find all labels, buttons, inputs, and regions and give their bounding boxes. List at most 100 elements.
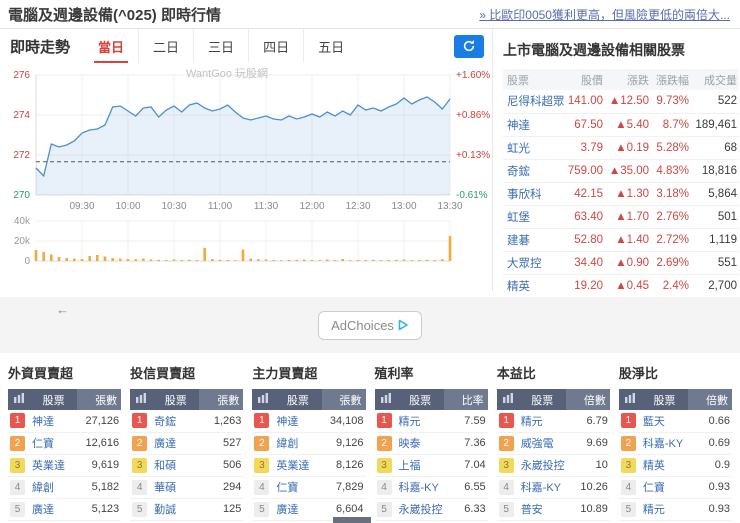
- stock-link[interactable]: 永崴投控: [396, 498, 444, 521]
- stock-link[interactable]: 威強電: [518, 432, 566, 455]
- stock-link[interactable]: 緯創: [30, 476, 78, 499]
- rank-badge: 4: [376, 479, 392, 495]
- rank-col-value[interactable]: 倍數: [565, 389, 610, 410]
- rank-table: 股淨比 股票 倍數 1 藍天 0.66 2 科嘉-KY 0.69 3 精英 0.9 4 仁寶 0.93 5 精元…: [618, 361, 733, 521]
- rank-row: 3 英業達 9,619: [8, 454, 122, 477]
- related-col-header: 漲跌幅: [651, 69, 691, 90]
- stock-link[interactable]: 英業達: [274, 454, 322, 477]
- rank-row: 2 映泰 7.36: [374, 432, 488, 455]
- rank-col-value[interactable]: 張數: [77, 389, 122, 410]
- rank-row: 5 永崴投控 6.33: [374, 498, 488, 521]
- related-stocks-table: 股票 股價 漲跌 漲跌幅 成交量 尼得科超眾 141.00 ▲12.50 9.73% 522 神達 6…: [503, 69, 739, 298]
- rank-value: 10.26: [565, 476, 610, 499]
- chart-panel: 即時走勢 當日 二日 三日 四日 五日 WantGoo 玩股網 276 +1.60…: [0, 29, 493, 291]
- stock-link[interactable]: 緯創: [274, 432, 322, 455]
- svg-text:12:00: 12:00: [299, 201, 324, 212]
- rank-col-value[interactable]: 倍數: [688, 389, 733, 410]
- rank-col-value[interactable]: 比率: [443, 389, 488, 410]
- range-tabs: 當日 二日 三日 四日 五日: [84, 29, 358, 63]
- rank-row: 3 和碩 506: [130, 454, 244, 477]
- related-stocks-title: 上市電腦及週邊設備相關股票: [503, 42, 685, 58]
- rank-badge: 5: [498, 501, 514, 517]
- svg-text:+0.13%: +0.13%: [456, 150, 490, 161]
- tab-today[interactable]: 當日: [84, 29, 138, 63]
- bottom-ad-tab[interactable]: [333, 517, 371, 523]
- stock-link[interactable]: 勤誠: [152, 498, 200, 521]
- rank-badge: 4: [254, 479, 270, 495]
- tab-3day[interactable]: 三日: [193, 29, 248, 63]
- svg-text:13:30: 13:30: [437, 201, 462, 212]
- rank-row: 4 華碩 294: [130, 476, 244, 499]
- stock-link[interactable]: 建碁: [503, 228, 565, 252]
- promo-link[interactable]: » 比歐印0050獲利更高，但風險更低的兩倍大...: [479, 6, 730, 23]
- rank-value: 12,616: [77, 432, 122, 455]
- stock-link[interactable]: 上福: [396, 454, 444, 477]
- back-arrow-icon[interactable]: ←: [56, 302, 69, 317]
- rank-value: 7.04: [443, 454, 488, 477]
- stock-link[interactable]: 廣達: [30, 498, 78, 521]
- stock-link[interactable]: 普安: [518, 498, 566, 521]
- stock-link[interactable]: 華碩: [152, 476, 200, 499]
- rank-table: 外資買賣超 股票 張數 1 神達 27,126 2 仁寶 12,616 3 英業達 9,619 4 緯創 5…: [8, 361, 122, 521]
- stock-link[interactable]: 精英: [503, 274, 565, 298]
- stock-link[interactable]: 虹堡: [503, 205, 565, 229]
- stock-link[interactable]: 精元: [640, 498, 689, 521]
- ranking-tables-section: 外資買賣超 股票 張數 1 神達 27,126 2 仁寶 12,616 3 英業達 9,619 4 緯創 5…: [0, 353, 740, 521]
- stock-link[interactable]: 和碩: [152, 454, 200, 477]
- rank-col-value[interactable]: 張數: [321, 389, 366, 410]
- stock-link[interactable]: 精元: [518, 410, 566, 433]
- stock-price: 3.79: [565, 136, 605, 160]
- stock-link[interactable]: 神達: [503, 113, 565, 137]
- rank-row: 2 科嘉-KY 0.69: [618, 432, 733, 455]
- stock-link[interactable]: 奇鋐: [152, 410, 200, 433]
- rank-row: 2 威強電 9.69: [496, 432, 610, 455]
- rank-col-value[interactable]: 張數: [199, 389, 244, 410]
- svg-text:274: 274: [13, 110, 30, 121]
- rank-value: 10.89: [565, 498, 610, 521]
- stock-change-pct: 2.4%: [651, 274, 691, 298]
- stock-link[interactable]: 英業達: [30, 454, 78, 477]
- tab-4day[interactable]: 四日: [248, 29, 303, 63]
- stock-link[interactable]: 映泰: [396, 432, 444, 455]
- bar-chart-icon: [374, 389, 397, 410]
- stock-link[interactable]: 精英: [640, 454, 689, 477]
- stock-link[interactable]: 藍天: [640, 410, 689, 433]
- rank-table-title: 殖利率: [374, 366, 414, 381]
- rank-badge: 5: [254, 501, 270, 517]
- tab-2day[interactable]: 二日: [138, 29, 193, 63]
- refresh-button[interactable]: [454, 34, 484, 58]
- stock-link[interactable]: 尼得科超眾: [503, 90, 565, 114]
- rank-badge: 5: [10, 501, 25, 517]
- stock-link[interactable]: 大眾控: [503, 251, 565, 275]
- stock-change-pct: 2.69%: [651, 251, 691, 275]
- stock-link[interactable]: 精元: [396, 410, 444, 433]
- adchoices-button[interactable]: AdChoices: [318, 310, 422, 340]
- stock-link[interactable]: 廣達: [152, 432, 200, 455]
- stock-change: ▲1.40: [605, 228, 651, 252]
- stock-link[interactable]: 神達: [274, 410, 322, 433]
- stock-link[interactable]: 仁寶: [274, 476, 322, 499]
- rank-value: 0.69: [688, 432, 733, 455]
- stock-change: ▲0.90: [605, 251, 651, 275]
- stock-link[interactable]: 仁寶: [30, 432, 78, 455]
- stock-change-pct: 4.83%: [651, 159, 691, 183]
- stock-link[interactable]: 事欣科: [503, 182, 565, 206]
- stock-link[interactable]: 科嘉-KY: [640, 432, 689, 455]
- stock-link[interactable]: 永崴投控: [518, 454, 566, 477]
- stock-link[interactable]: 奇鋐: [503, 159, 565, 183]
- stock-link[interactable]: 科嘉-KY: [396, 476, 444, 499]
- stock-link[interactable]: 虹光: [503, 136, 565, 160]
- stock-link[interactable]: 科嘉-KY: [518, 476, 566, 499]
- svg-text:272: 272: [13, 150, 30, 161]
- table-row: 精英 19.20 ▲0.45 2.4% 2,700: [503, 274, 739, 298]
- table-row: 虹堡 63.40 ▲1.70 2.76% 501: [503, 205, 739, 229]
- stock-link[interactable]: 神達: [30, 410, 78, 433]
- rank-row: 5 廣達 5,123: [8, 498, 122, 521]
- rank-row: 4 仁寶 0.93: [618, 476, 733, 499]
- rank-col-stock: 股票: [274, 389, 322, 410]
- stock-link[interactable]: 仁寶: [640, 476, 689, 499]
- rank-badge: 1: [498, 413, 514, 429]
- svg-text:-0.61%: -0.61%: [456, 190, 488, 201]
- stock-link[interactable]: 廣達: [274, 498, 322, 521]
- tab-5day[interactable]: 五日: [303, 29, 358, 63]
